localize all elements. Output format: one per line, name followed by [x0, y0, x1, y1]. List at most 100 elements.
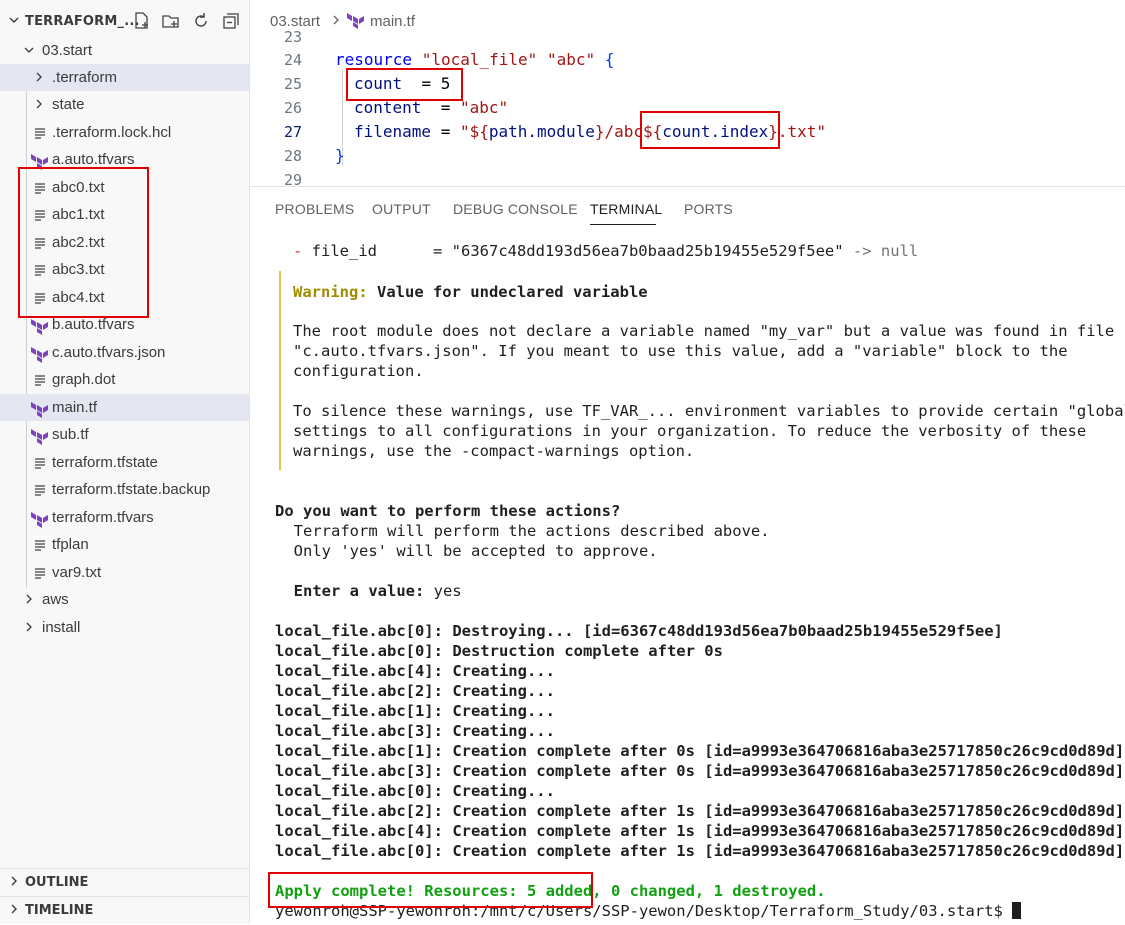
line-number-active: 27 — [283, 123, 302, 141]
line-number: 24 — [283, 51, 302, 69]
tree-item-label: var9.txt — [52, 564, 102, 581]
tree-file-tfstate-backup[interactable]: terraform.tfstate.backup — [0, 476, 249, 503]
tree-item-label: a.auto.tfvars — [52, 151, 135, 168]
prompt-line: Terraform will perform the actions descr… — [275, 522, 770, 540]
enter-value-line: Enter a value: yes — [275, 582, 462, 600]
terminal-cursor — [1012, 902, 1022, 919]
log-line: local_file.abc[0]: Creation complete aft… — [275, 842, 1125, 860]
tree-item-label: sub.tf — [52, 426, 89, 443]
tree-file-c-auto-tfvars-json[interactable]: c.auto.tfvars.json — [0, 339, 249, 366]
tab-problems[interactable]: PROBLEMS — [275, 201, 354, 217]
tree-file-main-tf[interactable]: main.tf — [0, 394, 249, 421]
tree-file-lock-hcl[interactable]: .terraform.lock.hcl — [0, 119, 249, 146]
explorer-sidebar: TERRAFORM_... 03.start .terraform state … — [0, 0, 250, 924]
line-number: 23 — [283, 30, 302, 46]
tree-item-label: main.tf — [52, 399, 98, 416]
tree-folder-03-start[interactable]: 03.start — [0, 37, 249, 64]
code-line-28: } — [335, 146, 345, 165]
warning-title-line: Warning: Value for undeclared variable — [293, 283, 648, 301]
explorer-header[interactable]: TERRAFORM_... — [0, 8, 249, 36]
chevron-right-icon — [32, 97, 46, 111]
tree-folder-install[interactable]: install — [0, 614, 249, 641]
new-folder-icon[interactable] — [161, 11, 181, 31]
warning-body-line: "c.auto.tfvars.json". If you meant to us… — [293, 342, 1068, 360]
code-line-24: resource "local_file" "abc" { — [335, 50, 615, 69]
terminal-line-file-id: - file_id = "6367c48dd193d56ea7b0baad25b… — [293, 242, 919, 260]
text-file-icon — [32, 482, 48, 498]
prompt-line: Only 'yes' will be accepted to approve. — [275, 542, 658, 560]
tree-item-label: graph.dot — [52, 371, 116, 388]
refresh-icon[interactable] — [191, 11, 211, 31]
tree-folder-aws[interactable]: aws — [0, 586, 249, 613]
highlight-box-count — [346, 68, 463, 101]
warning-body-line: The root module does not declare a varia… — [293, 322, 1115, 340]
timeline-label: TIMELINE — [25, 903, 94, 918]
log-line: local_file.abc[2]: Creation complete aft… — [275, 802, 1125, 820]
terraform-icon — [30, 400, 48, 418]
warning-body-line: settings to all configurations in your o… — [293, 422, 1087, 440]
terraform-icon — [30, 427, 48, 445]
chevron-down-icon[interactable] — [8, 14, 20, 30]
highlight-box-count-index — [640, 111, 780, 149]
log-line: local_file.abc[1]: Creating... — [275, 702, 555, 720]
tree-file-sub-tf[interactable]: sub.tf — [0, 421, 249, 448]
log-line: local_file.abc[4]: Creation complete aft… — [275, 822, 1125, 840]
chevron-right-icon — [331, 13, 341, 31]
log-line: local_file.abc[2]: Creating... — [275, 682, 555, 700]
new-file-icon[interactable] — [132, 11, 152, 31]
warning-body-line: configuration. — [293, 362, 424, 380]
tab-ports[interactable]: PORTS — [684, 201, 733, 217]
log-line: local_file.abc[0]: Destruction complete … — [275, 642, 723, 660]
code-editor[interactable]: 23 24 25 26 27 28 29 resource "local_fil… — [250, 30, 1125, 186]
tree-item-label: state — [52, 96, 85, 113]
terraform-icon — [30, 510, 48, 528]
terraform-icon — [30, 152, 48, 170]
warning-body-line: To silence these warnings, use TF_VAR_..… — [293, 402, 1125, 420]
collapse-all-icon[interactable] — [221, 11, 241, 31]
tree-item-label: terraform.tfstate.backup — [52, 481, 211, 498]
outline-section-header[interactable]: OUTLINE — [0, 868, 249, 896]
line-number: 28 — [283, 147, 302, 165]
highlight-box-apply-complete — [268, 872, 593, 908]
prompt-title: Do you want to perform these actions? — [275, 502, 621, 520]
log-line: local_file.abc[0]: Destroying... [id=636… — [275, 622, 1003, 640]
tab-debug-console[interactable]: DEBUG CONSOLE — [453, 201, 578, 217]
line-number: 29 — [283, 171, 302, 186]
warning-body-line: warnings, use the -compact-warnings opti… — [293, 442, 695, 460]
line-number: 26 — [283, 99, 302, 117]
log-line: local_file.abc[1]: Creation complete aft… — [275, 742, 1125, 760]
tree-item-label: .terraform — [52, 69, 118, 86]
text-file-icon — [32, 537, 48, 553]
tree-item-label: 03.start — [42, 42, 93, 59]
tree-file-tfplan[interactable]: tfplan — [0, 531, 249, 558]
tree-item-label: .terraform.lock.hcl — [52, 124, 172, 141]
text-file-icon — [32, 565, 48, 581]
chevron-right-icon — [8, 903, 20, 919]
tree-file-tfstate[interactable]: terraform.tfstate — [0, 449, 249, 476]
tree-file-graph-dot[interactable]: graph.dot — [0, 366, 249, 393]
tree-folder-state[interactable]: state — [0, 91, 249, 118]
chevron-right-icon — [22, 620, 36, 634]
breadcrumb-file[interactable]: main.tf — [370, 13, 415, 30]
warning-bar — [279, 271, 281, 470]
text-file-icon — [32, 125, 48, 141]
terraform-icon — [30, 317, 48, 335]
explorer-title: TERRAFORM_... — [25, 14, 140, 29]
breadcrumb-folder[interactable]: 03.start — [270, 13, 320, 30]
line-number: 25 — [283, 75, 302, 93]
tree-item-label: b.auto.tfvars — [52, 316, 135, 333]
log-line: local_file.abc[4]: Creating... — [275, 662, 555, 680]
tree-item-label: terraform.tfvars — [52, 509, 154, 526]
tab-terminal[interactable]: TERMINAL — [590, 201, 662, 217]
tree-file-var9[interactable]: var9.txt — [0, 559, 249, 586]
tree-file-terraform-tfvars[interactable]: terraform.tfvars — [0, 504, 249, 531]
log-line: local_file.abc[3]: Creation complete aft… — [275, 762, 1125, 780]
log-line: local_file.abc[3]: Creating... — [275, 722, 555, 740]
tree-folder-terraform[interactable]: .terraform — [0, 64, 249, 91]
tree-item-label: install — [42, 619, 81, 636]
timeline-section-header[interactable]: TIMELINE — [0, 896, 249, 924]
highlight-box-abc-files — [18, 167, 149, 318]
chevron-right-icon — [32, 70, 46, 84]
tree-item-label: aws — [42, 591, 69, 608]
tab-output[interactable]: OUTPUT — [372, 201, 431, 217]
